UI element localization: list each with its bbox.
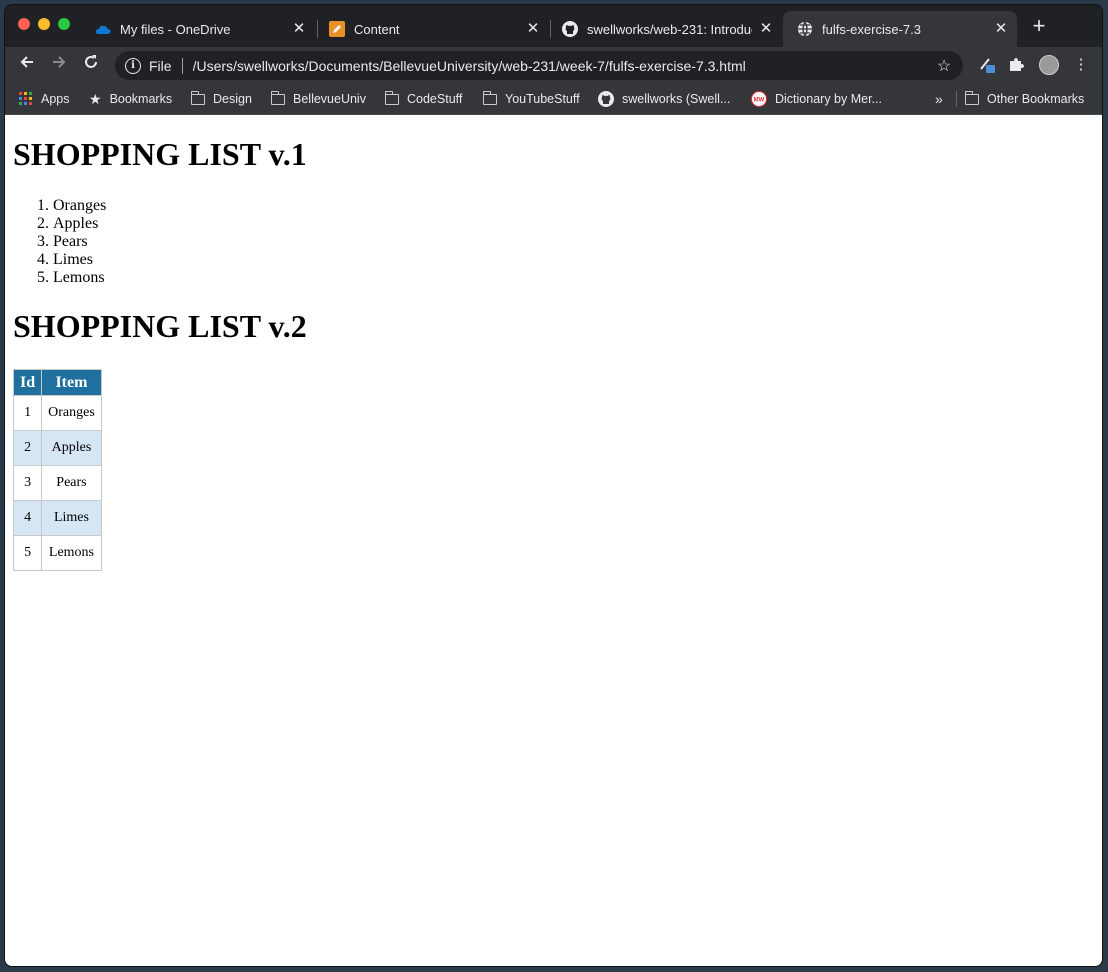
reload-icon xyxy=(85,55,97,68)
page-heading-v2: SHOPPING LIST v.2 xyxy=(13,308,307,344)
tab-onedrive[interactable]: My files - OneDrive ✕ xyxy=(81,11,315,47)
list-item: Lemons xyxy=(53,269,1094,287)
pencil-icon xyxy=(329,21,345,37)
bookmark-label: YouTubeStuff xyxy=(505,92,580,106)
arrow-right-icon xyxy=(53,56,66,68)
onedrive-icon xyxy=(95,21,111,37)
table-cell-item: Apples xyxy=(41,430,102,466)
globe-icon xyxy=(797,21,813,37)
bookmark-design[interactable]: Design xyxy=(190,83,252,115)
table-cell-item: Pears xyxy=(41,465,102,501)
omnibox-divider xyxy=(181,57,183,74)
bookmark-bellevueuniv[interactable]: BellevueUniv xyxy=(270,83,366,115)
bookmark-label: Design xyxy=(213,92,252,106)
close-tab-icon[interactable]: ✕ xyxy=(525,21,541,37)
tab-content[interactable]: Content ✕ xyxy=(315,11,549,47)
new-tab-button[interactable]: + xyxy=(1029,15,1049,37)
browser-toolbar: i File /Users/swellworks/Documents/Belle… xyxy=(5,47,1102,83)
table-row: 4 Limes xyxy=(12,500,102,536)
shopping-table: Id Item 1 Oranges 2 Apples 3 Pears 4 Lim… xyxy=(12,369,102,571)
url-text[interactable]: /Users/swellworks/Documents/BellevueUniv… xyxy=(193,58,931,74)
tab-fulfs-exercise[interactable]: fulfs-exercise-7.3 ✕ xyxy=(783,11,1017,47)
star-icon: ★ xyxy=(89,90,102,107)
bookmark-label: Apps xyxy=(41,92,70,106)
table-header-id: Id xyxy=(12,369,43,396)
github-icon xyxy=(598,91,614,107)
page-heading-v1: SHOPPING LIST v.1 xyxy=(13,136,307,172)
url-scheme-label: File xyxy=(149,57,172,74)
tab-title: fulfs-exercise-7.3 xyxy=(822,21,921,37)
profile-avatar[interactable] xyxy=(1039,55,1059,75)
shopping-list: Oranges Apples Pears Limes Lemons xyxy=(53,197,1094,287)
tab-title: Content xyxy=(354,21,400,37)
folder-icon xyxy=(190,90,205,105)
svg-text:MW: MW xyxy=(754,98,765,104)
table-cell-item: Oranges xyxy=(41,395,102,431)
bookmark-bookmarks[interactable]: ★ Bookmarks xyxy=(89,83,172,115)
table-cell-id: 3 xyxy=(12,465,43,501)
forward-button[interactable] xyxy=(47,53,71,77)
table-row: 3 Pears xyxy=(12,465,102,501)
list-item: Pears xyxy=(53,233,1094,251)
bookmark-codestuff[interactable]: CodeStuff xyxy=(384,83,463,115)
table-cell-item: Limes xyxy=(41,500,102,536)
maximize-window-button[interactable] xyxy=(58,18,70,30)
close-tab-icon[interactable]: ✕ xyxy=(993,21,1009,37)
tab-title: My files - OneDrive xyxy=(120,21,231,37)
info-icon[interactable]: i xyxy=(125,57,141,74)
extension-pen-icon[interactable] xyxy=(977,55,997,75)
table-cell-item: Lemons xyxy=(41,535,102,571)
list-item: Limes xyxy=(53,251,1094,269)
bookmark-label: Other Bookmarks xyxy=(987,92,1085,106)
minimize-window-button[interactable] xyxy=(38,18,50,30)
table-header-row: Id Item xyxy=(12,369,102,396)
arrow-left-icon xyxy=(20,56,33,68)
bookmarks-bar: Apps ★ Bookmarks Design BellevueUniv Cod… xyxy=(5,83,1102,115)
overflow-chevron-icon: » xyxy=(935,91,943,107)
tab-title: swellworks/web-231: Introduc xyxy=(587,21,752,37)
bookmarks-overflow-button[interactable]: » xyxy=(935,83,943,115)
browser-window: My files - OneDrive ✕ Content ✕ swellwor… xyxy=(4,4,1103,967)
list-item: Oranges xyxy=(53,197,1094,215)
bookmark-star-icon[interactable]: ☆ xyxy=(931,56,957,76)
tab-github-web231[interactable]: swellworks/web-231: Introduc ✕ xyxy=(548,11,782,47)
folder-icon xyxy=(964,90,979,105)
bookmark-label: Dictionary by Mer... xyxy=(775,92,882,106)
table-cell-id: 4 xyxy=(12,500,43,536)
apps-grid-icon xyxy=(19,92,33,106)
table-row: 1 Oranges xyxy=(12,395,102,431)
bookmark-apps[interactable]: Apps xyxy=(19,83,70,115)
bookmarks-divider xyxy=(956,91,957,107)
bookmark-label: swellworks (Swell... xyxy=(622,92,731,106)
bookmark-label: CodeStuff xyxy=(407,92,463,106)
table-row: 5 Lemons xyxy=(12,535,102,571)
bookmark-other-bookmarks[interactable]: Other Bookmarks xyxy=(964,83,1085,115)
extensions-puzzle-icon[interactable] xyxy=(1006,55,1026,75)
menu-kebab-icon[interactable]: ⋮ xyxy=(1071,55,1091,75)
bookmark-github-swellworks[interactable]: swellworks (Swell... xyxy=(598,83,730,115)
address-bar[interactable]: i File /Users/swellworks/Documents/Belle… xyxy=(115,51,963,80)
github-icon xyxy=(562,21,578,37)
folder-icon xyxy=(384,90,399,105)
reload-button[interactable] xyxy=(79,53,103,77)
folder-icon xyxy=(482,90,497,105)
bookmark-label: BellevueUniv xyxy=(293,92,366,106)
bookmark-youtubestuff[interactable]: YouTubeStuff xyxy=(482,83,580,115)
back-button[interactable] xyxy=(15,53,39,77)
bookmark-label: Bookmarks xyxy=(109,92,173,106)
close-tab-icon[interactable]: ✕ xyxy=(758,21,774,37)
page-content: SHOPPING LIST v.1 Oranges Apples Pears L… xyxy=(5,115,1102,966)
folder-icon xyxy=(270,90,285,105)
close-tab-icon[interactable]: ✕ xyxy=(291,21,307,37)
table-cell-id: 1 xyxy=(12,395,43,431)
table-header-item: Item xyxy=(41,369,102,396)
bookmark-dictionary[interactable]: MW Dictionary by Mer... xyxy=(751,83,882,115)
tab-strip: My files - OneDrive ✕ Content ✕ swellwor… xyxy=(5,5,1102,47)
table-cell-id: 2 xyxy=(12,430,43,466)
table-cell-id: 5 xyxy=(12,535,43,571)
merriam-webster-icon: MW xyxy=(751,91,767,107)
close-window-button[interactable] xyxy=(18,18,30,30)
table-row: 2 Apples xyxy=(12,430,102,466)
list-item: Apples xyxy=(53,215,1094,233)
